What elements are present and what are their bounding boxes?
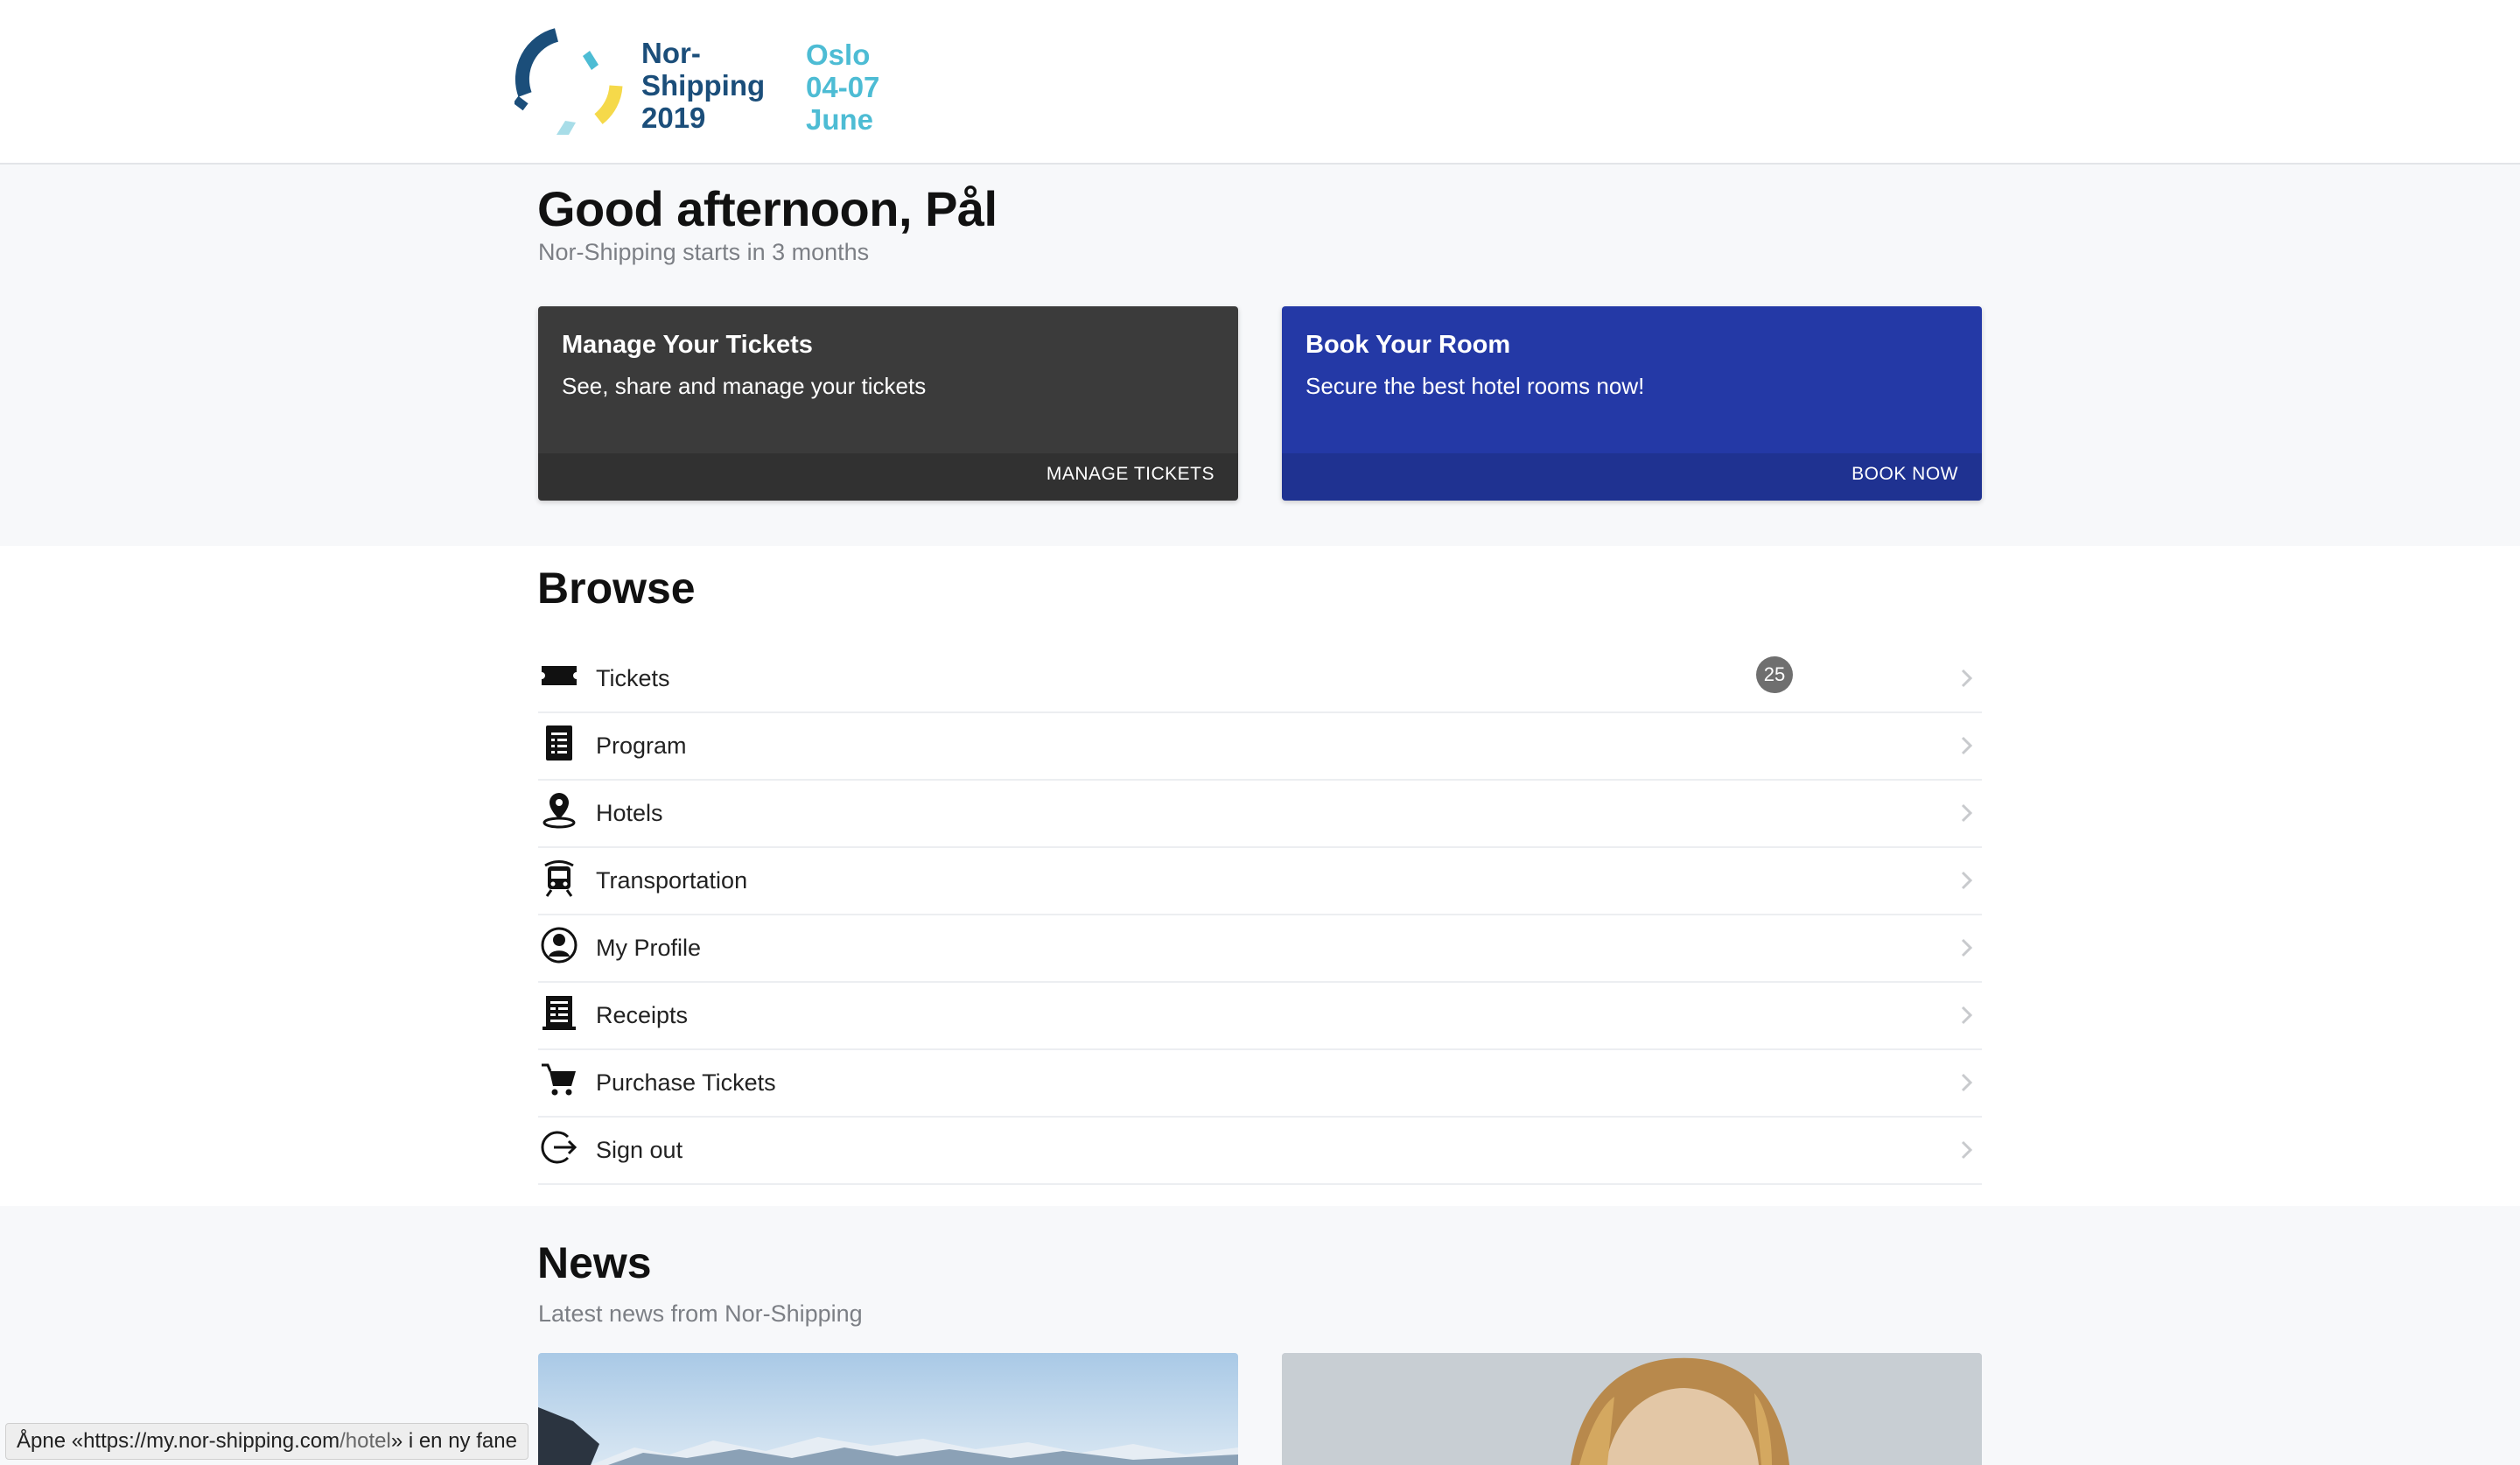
nor-shipping-logo-icon[interactable] <box>514 28 628 137</box>
book-room-card[interactable]: Book Your Room Secure the best hotel roo… <box>1282 306 1982 501</box>
greeting-title: Good afternoon, Pål <box>537 181 998 236</box>
card-description: Secure the best hotel rooms now! <box>1306 373 1645 399</box>
sign-out-icon <box>541 1131 578 1164</box>
cart-icon <box>542 1063 576 1096</box>
chevron-right-icon <box>1961 1140 1973 1160</box>
chevron-right-icon <box>1961 736 1973 755</box>
browse-item-label: Transportation <box>596 867 748 894</box>
browse-item-sign-out[interactable]: Sign out <box>538 1118 1982 1185</box>
train-icon <box>544 860 574 897</box>
browser-status-bar: Åpne «https://my.nor-shipping.com/hotel»… <box>5 1423 528 1460</box>
status-url-path: /hotel <box>340 1429 391 1453</box>
mountain-landscape-image <box>538 1353 1238 1465</box>
logo-date-line: 04-07 <box>806 71 880 103</box>
browse-item-label: Hotels <box>596 800 663 826</box>
logo-event-date: Oslo 04-07 June <box>806 39 879 136</box>
ticket-icon <box>542 666 577 685</box>
location-pin-icon <box>542 793 576 829</box>
chevron-right-icon <box>1961 871 1973 890</box>
chevron-right-icon <box>1961 669 1973 688</box>
hero-section <box>0 165 2520 546</box>
card-title: Book Your Room <box>1306 331 1511 359</box>
profile-icon <box>541 927 578 964</box>
browse-item-transportation[interactable]: Transportation <box>538 848 1982 915</box>
browse-item-label: Receipts <box>596 1002 689 1028</box>
logo-name: Nor- Shipping 2019 <box>641 37 765 134</box>
tickets-count-badge: 25 <box>1756 656 1793 693</box>
logo-name-line: Nor- <box>641 37 701 69</box>
chevron-right-icon <box>1961 938 1973 957</box>
logo-name-line: 2019 <box>641 102 706 134</box>
receipt-icon <box>542 996 576 1030</box>
logo-date-line: June <box>806 103 874 136</box>
browse-item-my-profile[interactable]: My Profile <box>538 915 1982 983</box>
logo-date-line: Oslo <box>806 39 871 71</box>
chevron-right-icon <box>1961 1073 1973 1092</box>
logo-name-line: Shipping <box>641 69 766 102</box>
status-suffix: » i en ny fane <box>390 1429 517 1453</box>
book-now-button[interactable]: BOOK NOW <box>1852 464 1958 485</box>
news-card-image[interactable] <box>538 1353 1238 1465</box>
card-title: Manage Your Tickets <box>562 331 813 359</box>
manage-tickets-button[interactable]: MANAGE TICKETS <box>1046 464 1214 485</box>
browse-heading: Browse <box>537 564 696 613</box>
card-footer: MANAGE TICKETS <box>538 453 1238 501</box>
browse-item-label: Sign out <box>596 1137 683 1163</box>
news-heading: News <box>537 1238 652 1287</box>
browse-item-purchase-tickets[interactable]: Purchase Tickets <box>538 1050 1982 1118</box>
news-card-image[interactable] <box>1282 1353 1982 1465</box>
greeting-subtitle: Nor-Shipping starts in 3 months <box>538 239 870 265</box>
browse-item-hotels[interactable]: Hotels <box>538 781 1982 848</box>
browse-item-tickets[interactable]: Tickets 25 <box>538 646 1982 713</box>
chevron-right-icon <box>1961 803 1973 823</box>
chevron-right-icon <box>1961 1006 1973 1025</box>
program-icon <box>546 725 572 761</box>
status-prefix: Åpne « <box>17 1429 84 1453</box>
browse-item-program[interactable]: Program <box>538 713 1982 781</box>
browse-item-label: My Profile <box>596 935 702 961</box>
site-header: Nor- Shipping 2019 Oslo 04-07 June <box>0 0 2520 165</box>
news-subtitle: Latest news from Nor-Shipping <box>538 1300 863 1327</box>
portrait-photo-image <box>1282 1353 1982 1465</box>
card-description: See, share and manage your tickets <box>562 373 927 399</box>
manage-tickets-card[interactable]: Manage Your Tickets See, share and manag… <box>538 306 1238 501</box>
browse-item-receipts[interactable]: Receipts <box>538 983 1982 1050</box>
browse-item-label: Program <box>596 732 687 759</box>
browse-item-label: Tickets <box>596 665 670 691</box>
card-footer: BOOK NOW <box>1282 453 1982 501</box>
status-url-host: https://my.nor-shipping.com <box>83 1429 340 1453</box>
browse-item-label: Purchase Tickets <box>596 1069 776 1096</box>
browse-list: Tickets 25 Program Hotels Transportation… <box>538 646 1982 1185</box>
